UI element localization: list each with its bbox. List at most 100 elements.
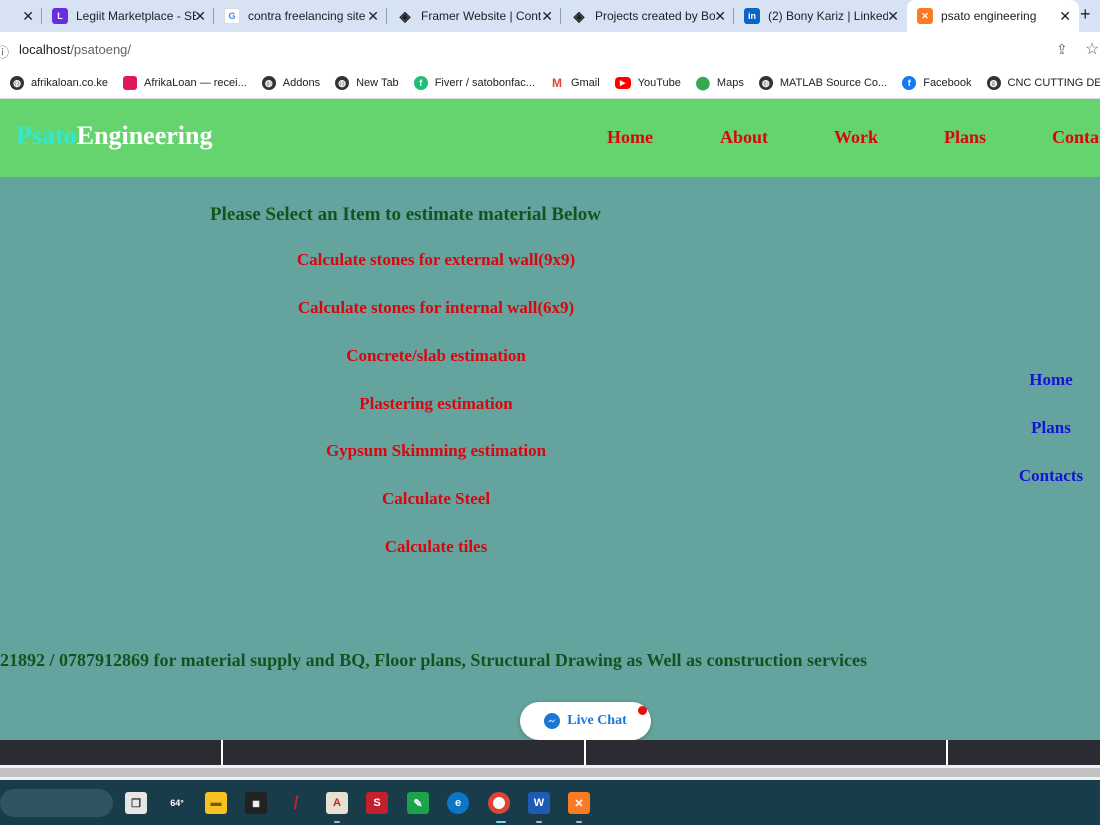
close-icon[interactable]: ✕ xyxy=(887,8,899,25)
gmail-icon: M xyxy=(551,76,562,90)
framer-icon: ◈ xyxy=(399,7,411,24)
close-icon[interactable]: ✕ xyxy=(1059,8,1071,25)
nav-contacts[interactable]: Conta xyxy=(1052,127,1099,148)
nav-home[interactable]: Home xyxy=(607,127,653,148)
bookmark-cnc[interactable]: ◍ CNC CUTTING DESI... xyxy=(986,76,1100,90)
globe-icon: ◍ xyxy=(335,76,350,90)
green-app-icon[interactable]: ✎ xyxy=(407,792,429,814)
google-icon: G xyxy=(224,8,240,24)
tab-title: Framer Website | Contra xyxy=(421,9,541,23)
item-plastering[interactable]: Plastering estimation xyxy=(0,394,872,414)
tab-title: contra freelancing site - xyxy=(248,9,368,23)
nav-work[interactable]: Work xyxy=(834,127,878,148)
live-chat-button[interactable]: Live Chat xyxy=(520,702,651,740)
side-nav-contacts[interactable]: Contacts xyxy=(1001,466,1100,486)
tab-partial[interactable]: ✕ xyxy=(0,0,42,32)
tab-title: Projects created by Bon xyxy=(595,9,715,23)
page-bottom-strip xyxy=(0,740,1100,765)
live-chat-label: Live Chat xyxy=(567,713,627,728)
tab-framer-website[interactable]: ◈ Framer Website | Contra ✕ xyxy=(387,0,561,32)
strip-divider xyxy=(946,740,948,765)
slash-app-icon[interactable]: / xyxy=(285,792,307,814)
bookmark-new-tab[interactable]: ◍ New Tab xyxy=(335,76,399,90)
afrikaloan-icon xyxy=(123,76,138,90)
item-tiles[interactable]: Calculate tiles xyxy=(0,537,872,557)
item-gypsum-skimming[interactable]: Gypsum Skimming estimation xyxy=(0,441,872,461)
bookmark-youtube[interactable]: ▶ YouTube xyxy=(614,77,681,89)
new-tab-button[interactable]: + xyxy=(1080,4,1100,25)
maps-pin-icon: ⬤ xyxy=(695,75,711,90)
weather-temp: 64° xyxy=(170,798,184,808)
xampp-icon: ✕ xyxy=(917,8,933,24)
bookmark-label: MATLAB Source Co... xyxy=(779,77,888,89)
footer-contact-text: 21892 / 0787912869 for material supply a… xyxy=(0,650,868,670)
scrollbar-thumb[interactable] xyxy=(0,768,1100,777)
running-indicator xyxy=(536,821,542,823)
bookmark-afrikaloan[interactable]: ◍ afrikaloan.co.ke xyxy=(10,76,108,90)
notification-dot xyxy=(638,706,647,715)
side-nav-home[interactable]: Home xyxy=(1001,370,1100,390)
item-internal-wall[interactable]: Calculate stones for internal wall(6x9) xyxy=(0,298,872,318)
star-icon[interactable]: ☆ xyxy=(1085,39,1099,59)
bookmark-matlab[interactable]: ◍ MATLAB Source Co... xyxy=(758,76,888,90)
horizontal-scrollbar[interactable] xyxy=(0,765,1100,780)
autocad-icon[interactable]: A xyxy=(326,792,348,814)
tab-google-search[interactable]: G contra freelancing site - ✕ xyxy=(214,0,387,32)
calendar-app-icon[interactable]: ▦ xyxy=(245,792,267,814)
youtube-icon: ▶ xyxy=(614,77,631,89)
strip-divider xyxy=(584,740,586,765)
share-icon[interactable]: ⇪ xyxy=(1056,41,1068,58)
close-icon[interactable]: ✕ xyxy=(194,8,206,25)
item-concrete-slab[interactable]: Concrete/slab estimation xyxy=(0,346,872,366)
tab-framer-projects[interactable]: ◈ Projects created by Bon ✕ xyxy=(561,0,734,32)
close-icon[interactable]: ✕ xyxy=(541,8,553,25)
bookmark-label: New Tab xyxy=(356,77,399,89)
site-brand[interactable]: PsatoEngineering xyxy=(16,121,212,151)
chrome-icon[interactable] xyxy=(488,792,510,814)
xampp-taskbar-icon[interactable]: ✕ xyxy=(568,792,590,814)
bookmark-maps[interactable]: ⬤ Maps xyxy=(695,75,744,90)
word-icon[interactable]: W xyxy=(528,792,550,814)
framer-icon: ◈ xyxy=(573,7,585,24)
url-path: /psatoeng/ xyxy=(70,42,132,57)
bookmark-facebook[interactable]: f Facebook xyxy=(902,76,972,90)
tab-legiit[interactable]: L Legiit Marketplace - SEO ✕ xyxy=(42,0,214,32)
bookmark-gmail[interactable]: M Gmail xyxy=(550,76,600,90)
item-steel[interactable]: Calculate Steel xyxy=(0,489,872,509)
messenger-icon xyxy=(544,713,561,729)
url-text[interactable]: localhost/psatoeng/ xyxy=(19,42,131,57)
item-external-wall[interactable]: Calculate stones for external wall(9x9) xyxy=(0,250,872,270)
site-navbar: PsatoEngineering Home About Work Plans C… xyxy=(0,99,1100,177)
linkedin-icon: in xyxy=(744,8,760,24)
task-view-icon[interactable]: ❐ xyxy=(125,792,147,814)
tab-title: (2) Bony Kariz | LinkedIn xyxy=(768,9,888,23)
address-bar[interactable]: ⓘ localhost/psatoeng/ ⇪ ☆ xyxy=(0,32,1100,68)
close-icon[interactable]: ✕ xyxy=(367,8,379,25)
taskbar-search[interactable] xyxy=(0,789,113,817)
edge-icon[interactable]: e xyxy=(447,792,469,814)
web-page: PsatoEngineering Home About Work Plans C… xyxy=(0,99,1100,740)
close-icon[interactable]: ✕ xyxy=(714,8,726,25)
running-indicator xyxy=(334,821,340,823)
weather-icon[interactable]: 64° xyxy=(166,792,188,814)
windows-taskbar: ❐ 64° ▬ ▦ / A S ✎ e W ✕ xyxy=(0,780,1100,825)
info-icon[interactable]: ⓘ xyxy=(0,42,9,61)
bookmark-fiverr[interactable]: f Fiverr / satobonfac... xyxy=(413,76,535,90)
file-explorer-icon[interactable]: ▬ xyxy=(205,792,227,814)
tab-linkedin[interactable]: in (2) Bony Kariz | LinkedIn ✕ xyxy=(734,0,907,32)
close-icon[interactable]: ✕ xyxy=(22,8,34,25)
tab-title: psato engineering xyxy=(941,9,1037,23)
running-indicator xyxy=(576,821,582,823)
sketchup-icon[interactable]: S xyxy=(366,792,388,814)
nav-plans[interactable]: Plans xyxy=(944,127,986,148)
globe-icon: ◍ xyxy=(10,76,24,90)
side-nav-plans[interactable]: Plans xyxy=(1001,418,1100,438)
bookmark-label: AfrikaLoan — recei... xyxy=(144,77,247,89)
bookmark-label: Fiverr / satobonfac... xyxy=(434,77,535,89)
globe-icon: ◍ xyxy=(986,76,1001,90)
nav-about[interactable]: About xyxy=(720,127,768,148)
tab-psato-engineering[interactable]: ✕ psato engineering ✕ xyxy=(907,0,1079,32)
bookmark-afrikaloan-receipt[interactable]: AfrikaLoan — recei... xyxy=(123,76,247,90)
bookmark-label: Maps xyxy=(716,77,744,89)
bookmark-addons[interactable]: ◍ Addons xyxy=(261,76,320,90)
